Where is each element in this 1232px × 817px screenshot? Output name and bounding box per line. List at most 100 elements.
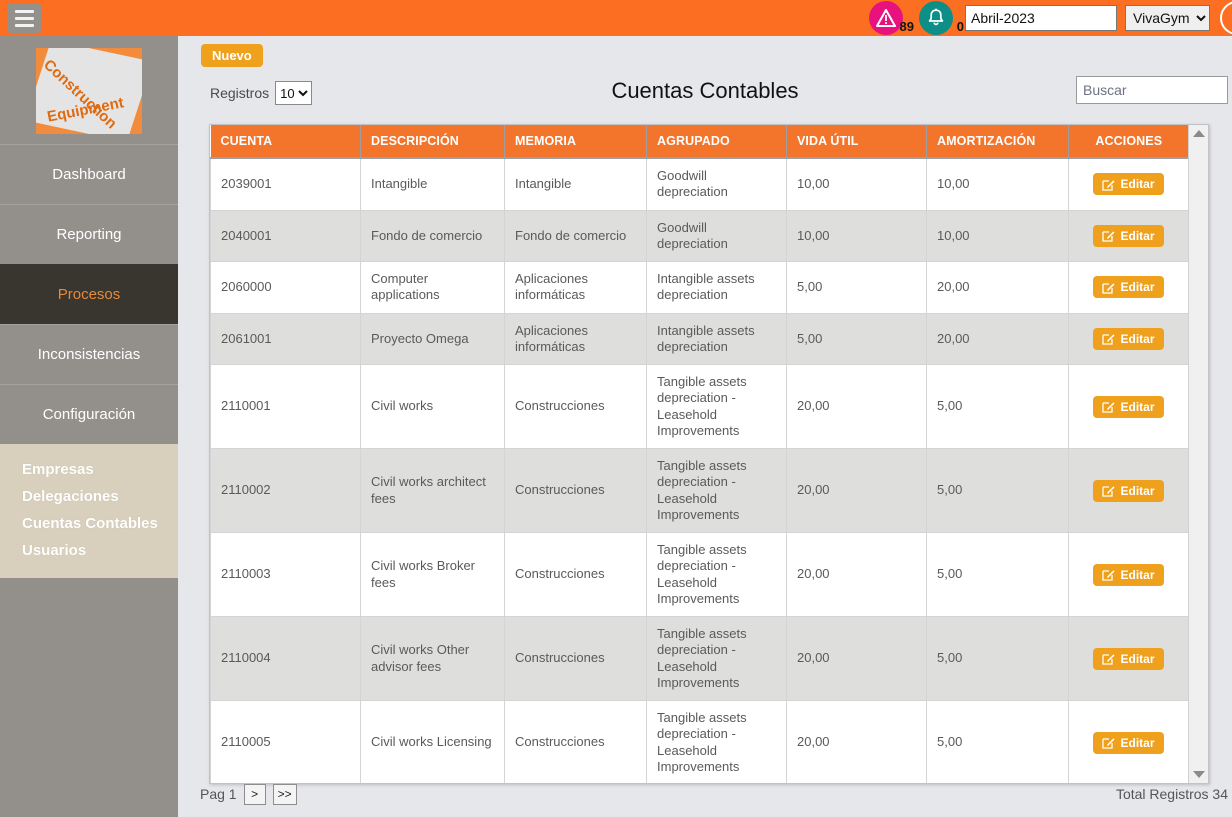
accounts-table: CUENTA DESCRIPCIÓN MEMORIA AGRUPADO VIDA… [210, 125, 1188, 783]
table-row[interactable]: 2040001 Fondo de comercio Fondo de comerci… [210, 209, 1188, 262]
cell-cuenta: 2039001 [210, 157, 361, 211]
cell-amortizacion: 10,00 [926, 157, 1069, 211]
edit-button-label: Editar [1120, 399, 1155, 414]
pencil-edit-icon [1102, 652, 1115, 665]
sidebar-item-dashboard[interactable]: Dashboard [0, 144, 178, 204]
pencil-edit-icon [1102, 484, 1115, 497]
cell-acciones: Editar [1068, 616, 1188, 701]
column-header-amortizacion[interactable]: AMORTIZACIÓN [926, 125, 1069, 159]
cell-vida-util: 5,00 [786, 312, 927, 365]
column-header-acciones: ACCIONES [1068, 125, 1188, 159]
pencil-edit-icon [1102, 332, 1115, 345]
search-input[interactable] [1076, 76, 1228, 104]
edit-button-label: Editar [1120, 331, 1155, 346]
hamburger-bar [14, 16, 34, 20]
next-page-button[interactable]: > [243, 783, 266, 805]
edit-button-label: Editar [1120, 228, 1155, 243]
edit-row-button[interactable]: Editar [1093, 731, 1164, 754]
pencil-edit-icon [1102, 281, 1115, 294]
user-avatar-icon[interactable] [1220, 1, 1232, 35]
cell-memoria: Construcciones [504, 700, 647, 783]
cell-agrupado: Tangible assets depreciation - Leasehold… [646, 616, 787, 701]
cell-descripcion: Fondo de comercio [360, 209, 505, 262]
cell-acciones: Editar [1068, 448, 1188, 533]
edit-row-button[interactable]: Editar [1093, 327, 1164, 350]
sidebar-item-label: Inconsistencias [37, 346, 141, 363]
alerts-button[interactable]: 89 [869, 1, 914, 35]
cell-amortizacion: 5,00 [926, 700, 1069, 783]
cell-cuenta: 2110002 [210, 448, 361, 533]
column-header-agrupado[interactable]: AGRUPADO [646, 125, 787, 159]
submenu-item-empresas[interactable]: Empresas [0, 456, 178, 483]
toolbar-row: Nuevo [178, 36, 1232, 70]
submenu-item-cuentas-contables[interactable]: Cuentas Contables [0, 510, 178, 537]
sidebar-item-inconsistencias[interactable]: Inconsistencias [0, 324, 178, 384]
cell-cuenta: 2110004 [210, 616, 361, 701]
table-row[interactable]: 2110002 Civil works architect fees Constru… [210, 448, 1188, 533]
cell-acciones: Editar [1068, 532, 1188, 617]
table-row[interactable]: 2110001 Civil works Construcciones Tangible… [210, 364, 1188, 449]
edit-button-label: Editar [1120, 567, 1155, 582]
pagination: Pag 1 > >> [200, 783, 297, 805]
table-footer: Pag 1 > >> Total Registros 34 [178, 781, 1232, 807]
cell-memoria: Construcciones [504, 616, 647, 701]
app-logo: Construction Equipment [36, 48, 142, 134]
submenu-item-usuarios[interactable]: Usuarios [0, 537, 178, 564]
column-header-vida-util[interactable]: VIDA ÚTIL [786, 125, 927, 159]
cell-agrupado: Intangible assets depreciation [646, 261, 787, 314]
table-row[interactable]: 2039001 Intangible Intangible Goodwill depr… [210, 157, 1188, 211]
column-header-descripcion[interactable]: DESCRIPCIÓN [360, 125, 505, 159]
cell-amortizacion: 10,00 [926, 209, 1069, 262]
table-row[interactable]: 2110005 Civil works Licensing Construccion… [210, 700, 1188, 783]
edit-row-button[interactable]: Editar [1093, 479, 1164, 502]
sidebar-item-configuracion[interactable]: Configuración [0, 384, 178, 444]
edit-row-button[interactable]: Editar [1093, 395, 1164, 418]
table-vertical-scrollbar[interactable] [1188, 125, 1208, 783]
cell-memoria: Construcciones [504, 532, 647, 617]
scroll-up-arrow-icon[interactable] [1192, 130, 1205, 137]
cell-memoria: Construcciones [504, 364, 647, 449]
notifications-button[interactable]: 0 [919, 1, 964, 35]
submenu-item-delegaciones[interactable]: Delegaciones [0, 483, 178, 510]
logo-text-group: Construction Equipment [36, 48, 142, 134]
table-row[interactable]: 2110003 Civil works Broker fees Construcci… [210, 532, 1188, 617]
table-row[interactable]: 2060000 Computer applications Aplicaciones… [210, 261, 1188, 314]
cell-descripcion: Civil works Other advisor fees [360, 616, 505, 701]
sidebar-item-procesos[interactable]: Procesos [0, 264, 178, 324]
edit-row-button[interactable]: Editar [1093, 276, 1164, 299]
column-header-cuenta[interactable]: CUENTA [210, 125, 361, 159]
cell-descripcion: Civil works [360, 364, 505, 449]
cell-agrupado: Goodwill depreciation [646, 157, 787, 211]
period-input[interactable] [965, 5, 1117, 31]
cell-vida-util: 20,00 [786, 616, 927, 701]
table-row[interactable]: 2110004 Civil works Other advisor fees Con… [210, 616, 1188, 701]
cell-acciones: Editar [1068, 261, 1188, 314]
scroll-down-arrow-icon[interactable] [1192, 771, 1205, 778]
sidebar: Construction Equipment Dashboard Reporti… [0, 36, 178, 817]
sidebar-item-reporting[interactable]: Reporting [0, 204, 178, 264]
company-select[interactable]: VivaGym [1125, 5, 1210, 31]
edit-row-button[interactable]: Editar [1093, 173, 1164, 196]
pencil-edit-icon [1102, 400, 1115, 413]
cell-cuenta: 2110001 [210, 364, 361, 449]
hamburger-bar [14, 9, 34, 13]
cell-amortizacion: 20,00 [926, 261, 1069, 314]
cell-agrupado: Tangible assets depreciation - Leasehold… [646, 364, 787, 449]
edit-button-label: Editar [1120, 483, 1155, 498]
cell-descripcion: Civil works Licensing [360, 700, 505, 783]
cell-descripcion: Civil works architect fees [360, 448, 505, 533]
table-row[interactable]: 2061001 Proyecto Omega Aplicaciones inform… [210, 312, 1188, 365]
table-panel: CUENTA DESCRIPCIÓN MEMORIA AGRUPADO VIDA… [209, 124, 1209, 784]
new-record-button[interactable]: Nuevo [201, 44, 263, 67]
hamburger-menu-icon[interactable] [7, 3, 41, 33]
pencil-edit-icon [1102, 736, 1115, 749]
edit-row-button[interactable]: Editar [1093, 563, 1164, 586]
cell-acciones: Editar [1068, 209, 1188, 262]
edit-row-button[interactable]: Editar [1093, 224, 1164, 247]
cell-acciones: Editar [1068, 700, 1188, 783]
last-page-button[interactable]: >> [272, 783, 297, 805]
cell-amortizacion: 20,00 [926, 312, 1069, 365]
edit-row-button[interactable]: Editar [1093, 647, 1164, 670]
column-header-memoria[interactable]: MEMORIA [504, 125, 647, 159]
table-body: 2039001 Intangible Intangible Goodwill depr… [210, 157, 1188, 783]
